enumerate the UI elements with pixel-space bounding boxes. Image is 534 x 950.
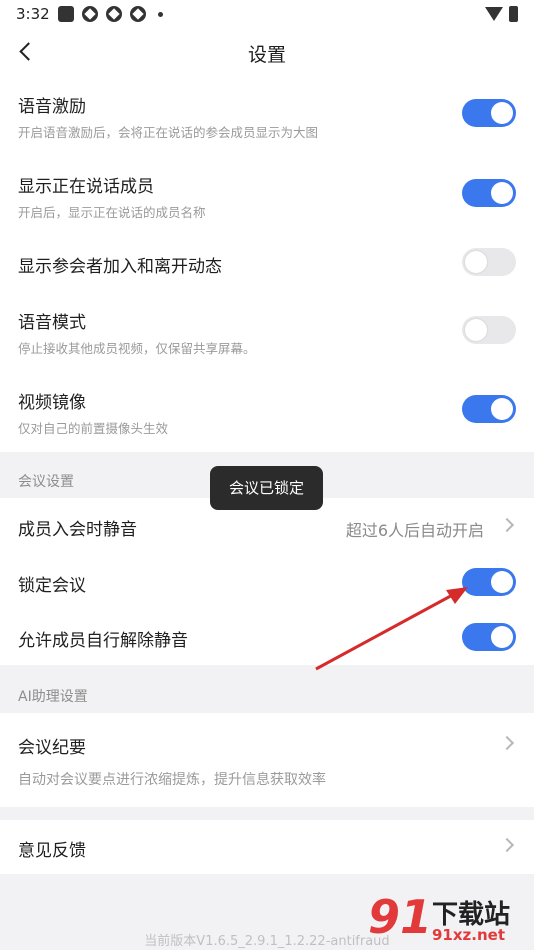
chevron-right-icon: [499, 517, 515, 533]
status-time: 3:32: [16, 5, 50, 23]
setting-subtitle: 仅对自己的前置摄像头生效: [18, 421, 169, 436]
toggle-knob: [465, 319, 487, 341]
toast-message: 会议已锁定: [210, 466, 323, 510]
setting-meeting-summary[interactable]: 会议纪要 自动对会议要点进行浓缩提炼，提升信息获取效率: [0, 713, 534, 807]
setting-title: 锁定会议: [18, 576, 86, 596]
toggle-knob: [465, 251, 487, 273]
setting-title: 视频镜像: [18, 393, 86, 413]
setting-voice-excitation[interactable]: 语音激励 开启语音激励后，会将正在说话的参会成员显示为大图: [0, 76, 534, 156]
setting-title: 显示参会者加入和离开动态: [18, 257, 222, 277]
setting-subtitle: 自动对会议要点进行浓缩提炼，提升信息获取效率: [18, 772, 326, 788]
chevron-right-icon: [499, 735, 515, 751]
wifi-icon: [485, 7, 503, 21]
setting-subtitle: 开启语音激励后，会将正在说话的参会成员显示为大图: [18, 125, 319, 140]
voice-mode-toggle[interactable]: [462, 316, 516, 344]
status-system-icons: [485, 6, 518, 22]
chevron-right-icon: [499, 837, 515, 853]
setting-allow-self-unmute[interactable]: 允许成员自行解除静音: [0, 610, 534, 665]
toggle-knob: [491, 571, 513, 593]
allow-self-unmute-toggle[interactable]: [462, 623, 516, 651]
toggle-knob: [491, 182, 513, 204]
nav-bar: 设置: [0, 28, 534, 76]
watermark-logo: 91 下载站 91xz.net: [368, 890, 534, 950]
setting-show-speaking-member[interactable]: 显示正在说话成员 开启后，显示正在说话的成员名称: [0, 156, 534, 236]
status-bar: 3:32: [0, 0, 534, 28]
join-leave-updates-toggle[interactable]: [462, 248, 516, 276]
status-notification-icons: [58, 6, 163, 22]
setting-title: 显示正在说话成员: [18, 177, 154, 197]
setting-voice-mode[interactable]: 语音模式 停止接收其他成员视频，仅保留共享屏幕。: [0, 292, 534, 372]
setting-subtitle: 停止接收其他成员视频，仅保留共享屏幕。: [18, 341, 256, 356]
notification-icon: [82, 6, 98, 22]
setting-title: 成员入会时静音: [18, 520, 137, 540]
setting-subtitle: 开启后，显示正在说话的成员名称: [18, 205, 206, 220]
setting-value: 超过6人后自动开启: [345, 521, 484, 540]
toggle-knob: [491, 626, 513, 648]
show-speaking-member-toggle[interactable]: [462, 179, 516, 207]
setting-title: 语音激励: [18, 97, 86, 117]
watermark-number: 91: [368, 890, 433, 944]
more-notifications-icon: [158, 11, 163, 17]
video-mirror-toggle[interactable]: [462, 395, 516, 423]
setting-title: 会议纪要: [18, 738, 86, 758]
section-header-ai: AI助理设置: [18, 689, 88, 705]
app-notification-icon: [58, 6, 74, 22]
setting-title: 意见反馈: [18, 841, 86, 861]
toggle-knob: [491, 102, 513, 124]
page-title: 设置: [247, 44, 286, 66]
setting-feedback[interactable]: 意见反馈: [0, 820, 534, 874]
setting-join-leave-updates[interactable]: 显示参会者加入和离开动态: [0, 236, 534, 292]
notification-icon: [130, 6, 146, 22]
watermark-domain: 91xz.net: [432, 926, 506, 944]
battery-icon: [509, 6, 518, 22]
setting-title: 允许成员自行解除静音: [18, 631, 188, 651]
toggle-knob: [491, 398, 513, 420]
voice-excitation-toggle[interactable]: [462, 99, 516, 127]
setting-video-mirror[interactable]: 视频镜像 仅对自己的前置摄像头生效: [0, 372, 534, 452]
setting-lock-meeting[interactable]: 锁定会议: [0, 554, 534, 610]
setting-title: 语音模式: [18, 313, 86, 333]
lock-meeting-toggle[interactable]: [462, 568, 516, 596]
notification-icon: [106, 6, 122, 22]
section-header-meeting: 会议设置: [18, 474, 74, 490]
